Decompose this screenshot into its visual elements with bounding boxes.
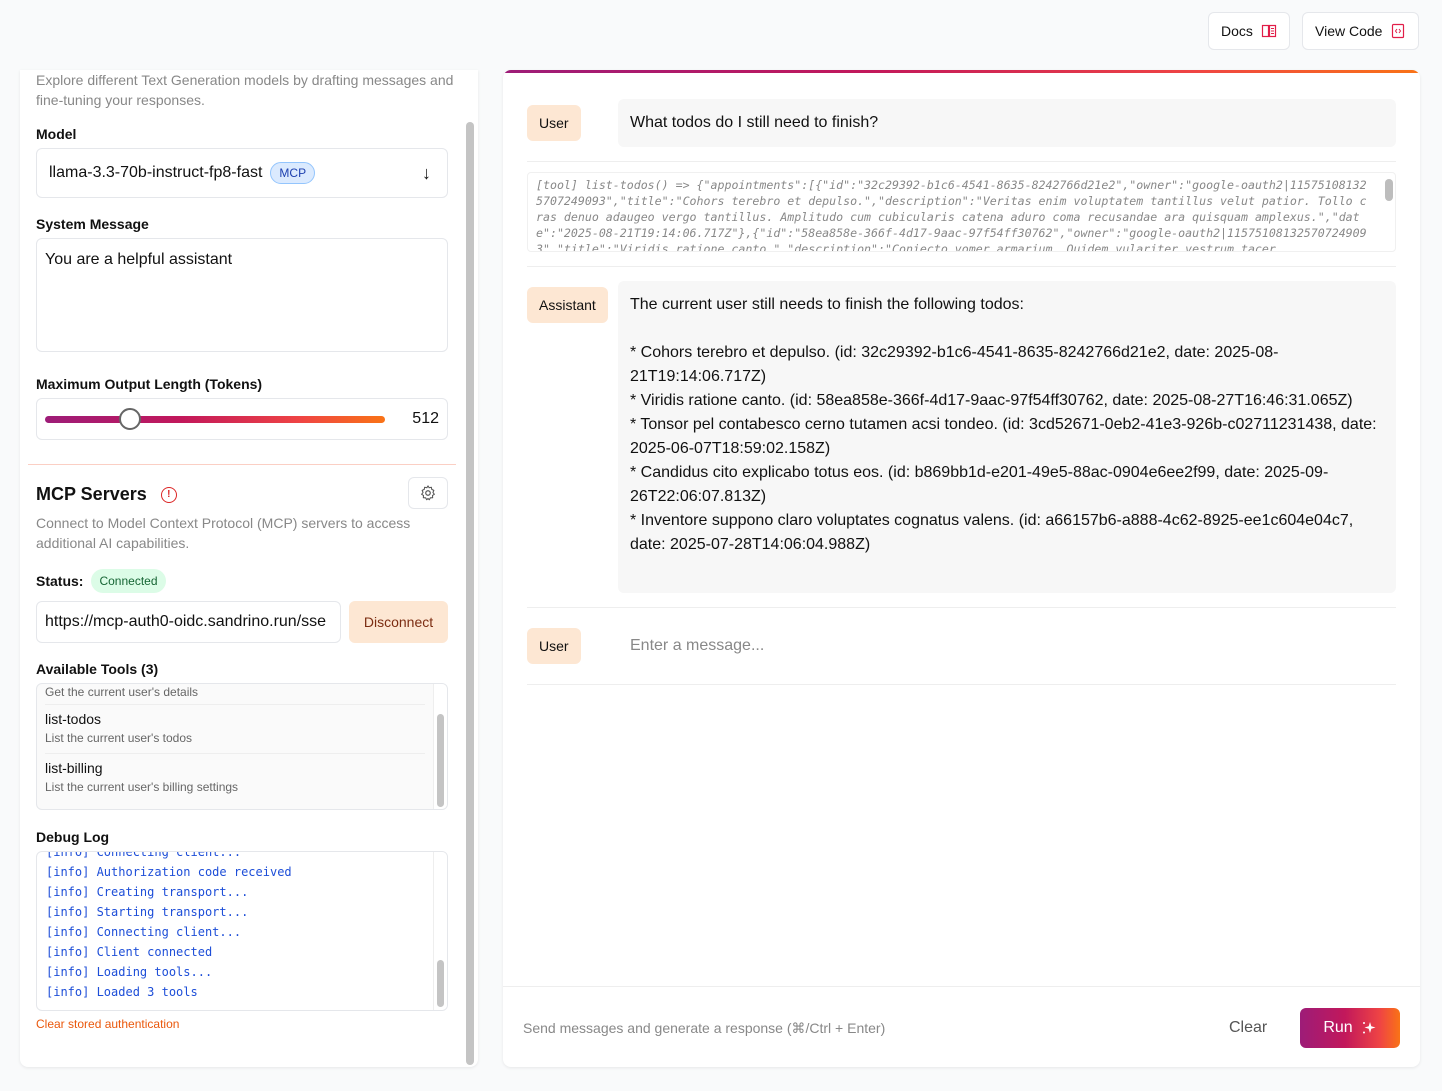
server-url-input[interactable]: https://mcp-auth0-oidc.sandrino.run/sse <box>36 601 341 643</box>
section-divider <box>28 464 456 465</box>
tool-description: Get the current user's details <box>45 685 199 699</box>
view-code-button[interactable]: View Code <box>1302 12 1420 50</box>
max-length-value: 512 <box>412 410 439 427</box>
log-line: [info] Connecting client... <box>46 925 242 939</box>
debug-log-label: Debug Log <box>36 829 110 845</box>
message-separator <box>527 161 1396 162</box>
log-line: [info] Client connected <box>46 945 213 959</box>
run-button[interactable]: Run <box>1300 1008 1400 1048</box>
gear-icon <box>421 485 435 501</box>
log-line: [info] Connecting client... <box>46 851 242 859</box>
log-line: [info] Loading tools... <box>46 965 213 979</box>
max-length-slider-box: 512 <box>36 398 448 440</box>
max-length-label: Maximum Output Length (Tokens) <box>36 376 263 392</box>
role-user-button[interactable]: User <box>527 628 581 664</box>
model-select[interactable]: llama-3.3-70b-instruct-fp8-fast MCP ↓ <box>36 148 448 198</box>
log-line: [info] Starting transport... <box>46 905 249 919</box>
max-length-slider-knob[interactable] <box>119 408 141 430</box>
log-line: [info] Loaded 3 tools <box>46 985 198 999</box>
max-length-track[interactable] <box>45 416 385 423</box>
tools-scrollbar[interactable] <box>433 684 447 809</box>
system-message-label: System Message <box>36 216 149 232</box>
tool-item: list-todos List the current user's todos <box>45 711 425 745</box>
assistant-message[interactable]: The current user still needs to finish t… <box>618 281 1396 593</box>
docs-label: Docs <box>1221 23 1253 39</box>
tool-item: list-billing List the current user's bil… <box>45 760 425 794</box>
left-panel-scrollbar[interactable] <box>466 70 474 1067</box>
tools-list: Get the current user's details list-todo… <box>36 683 448 810</box>
sparkle-icon <box>1362 1022 1376 1034</box>
message-separator <box>527 607 1396 608</box>
mcp-badge: MCP <box>270 162 316 184</box>
model-label: Model <box>36 126 77 142</box>
tool-name: list-todos <box>45 711 102 727</box>
model-value: llama-3.3-70b-instruct-fp8-fast <box>49 164 263 181</box>
tool-description: List the current user's todos <box>45 731 193 745</box>
info-icon[interactable]: ! <box>160 486 177 503</box>
view-code-label: View Code <box>1315 23 1383 39</box>
intro-text: Explore different Text Generation models… <box>36 72 454 108</box>
assistant-line <box>630 317 1384 341</box>
clear-auth-link[interactable]: Clear stored authentication <box>36 1017 179 1031</box>
tool-separator <box>45 753 425 754</box>
assistant-line: * Candidus cito explicabo totus eos. (id… <box>630 464 1329 505</box>
settings-panel: Explore different Text Generation models… <box>20 70 478 1067</box>
system-message-input[interactable]: You are a helpful assistant <box>36 238 448 352</box>
chat-panel: User What todos do I still need to finis… <box>503 70 1420 1067</box>
code-icon <box>1392 23 1405 39</box>
message-separator <box>527 266 1396 267</box>
assistant-line: The current user still needs to finish t… <box>630 296 1024 313</box>
tool-name: list-billing <box>45 760 103 776</box>
run-label: Run <box>1323 1019 1353 1036</box>
accent-bar <box>503 70 1420 73</box>
user-message[interactable]: What todos do I still need to finish? <box>618 99 1396 147</box>
status-row: Status: Connected <box>36 569 166 593</box>
available-tools-label: Available Tools (3) <box>36 661 159 677</box>
mcp-description: Connect to Model Context Protocol (MCP) … <box>36 515 411 551</box>
message-separator <box>527 684 1396 685</box>
assistant-line: * Viridis ratione canto. (id: 58ea858e-3… <box>630 392 1353 409</box>
debug-scrollbar[interactable] <box>433 852 447 1010</box>
mcp-servers-title: MCP Servers <box>36 484 147 504</box>
role-user-button[interactable]: User <box>527 105 581 141</box>
role-assistant-button[interactable]: Assistant <box>527 287 608 323</box>
log-line: [info] Creating transport... <box>46 885 249 899</box>
mcp-settings-button[interactable] <box>408 477 448 509</box>
footer-hint: Send messages and generate a response (⌘… <box>523 1020 886 1036</box>
disconnect-button[interactable]: Disconnect <box>349 601 448 643</box>
docs-button[interactable]: Docs <box>1208 12 1290 50</box>
tool-output-scrollbar[interactable] <box>1385 177 1393 247</box>
chat-footer: Send messages and generate a response (⌘… <box>503 986 1420 1067</box>
tool-description: List the current user's billing settings <box>45 780 239 794</box>
arrow-down-icon: ↓ <box>422 163 431 183</box>
book-icon <box>1261 24 1277 38</box>
message-input[interactable]: Enter a message... <box>630 637 764 655</box>
tool-call-output: [tool] list-todos() => {"appointments":[… <box>527 172 1396 252</box>
assistant-line: * Tonsor pel contabesco cerno tutamen ac… <box>630 416 1377 457</box>
tool-separator <box>45 704 425 705</box>
assistant-line: * Cohors terebro et depulso. (id: 32c293… <box>630 344 1279 385</box>
log-line: [info] Authorization code received <box>46 865 292 879</box>
status-label: Status: <box>36 573 84 589</box>
status-badge: Connected <box>91 569 166 593</box>
tool-call-text: [tool] list-todos() => {"appointments":[… <box>536 178 1367 252</box>
mcp-servers-heading: MCP Servers ! <box>36 484 177 505</box>
tool-item: Get the current user's details <box>45 685 425 699</box>
assistant-line: * Inventore suppono claro voluptates cog… <box>630 512 1354 553</box>
clear-button[interactable]: Clear <box>1219 1015 1277 1041</box>
debug-log: [info] Connecting client... [info] Autho… <box>36 851 448 1011</box>
